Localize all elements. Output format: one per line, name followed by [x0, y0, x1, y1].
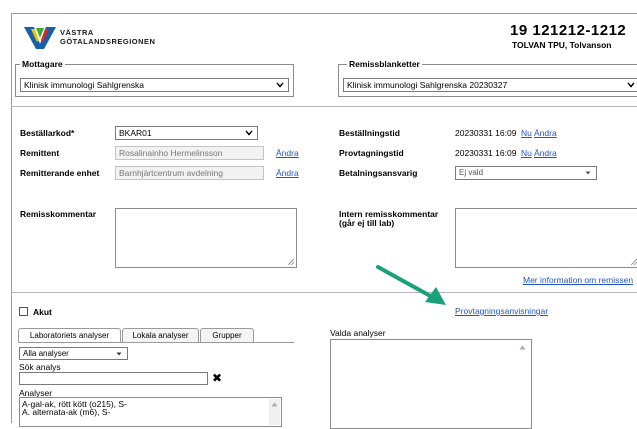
provtagningstid-change-link[interactable]: Ändra [534, 148, 557, 158]
intern-kommentar-sublabel: (går ej till lab) [339, 218, 395, 228]
arrow-annotation-icon [376, 265, 446, 305]
tab-grupper[interactable]: Grupper [200, 328, 254, 342]
chevron-down-icon [245, 130, 253, 136]
remisskommentar-textarea[interactable] [115, 208, 297, 268]
chevron-down-icon [585, 171, 591, 175]
remittent-label: Remittent [20, 148, 60, 158]
tab-laboratoriets-analyser[interactable]: Laboratoriets analyser [18, 328, 121, 343]
bestallarkod-label: Beställarkod* [20, 128, 75, 138]
remissblankett-select[interactable]: Klinisk immunologi Sahlgrenska 20230327 [343, 78, 637, 92]
analys-filter-select[interactable]: Alla analyser [19, 347, 128, 360]
sok-analys-label: Sök analys [19, 362, 61, 372]
analys-filter-value: Alla analyser [23, 349, 69, 358]
remitterande-enhet-label: Remitterande enhet [20, 168, 100, 178]
akut-label: Akut [33, 307, 52, 317]
chevron-down-icon [627, 82, 635, 88]
provtagningsanvisningar-link[interactable]: Provtagningsanvisningar [455, 306, 548, 316]
remittent-field: Rosalinainho Hermelinsson [115, 146, 264, 160]
bestallarkod-value: BKAR01 [119, 128, 152, 138]
betalningsansvarig-label: Betalningsansvarig [339, 168, 418, 178]
valda-analyser-listbox[interactable] [330, 339, 532, 429]
patient-name: TOLVAN TPU, Tolvanson [512, 40, 612, 50]
mer-information-link[interactable]: Mer information om remissen [523, 275, 633, 285]
provtagningstid-value: 20230331 16:09 [455, 148, 517, 158]
list-item[interactable]: A. alternata-ak (m6), S- [22, 407, 110, 417]
betalningsansvarig-select[interactable]: Ej vald [455, 166, 597, 180]
org-name-line1: VÄSTRA [60, 28, 94, 37]
vgr-logo-icon [24, 27, 56, 49]
resize-grip-icon [288, 259, 294, 265]
provtagningstid-now-link[interactable]: Nu [521, 148, 532, 158]
analyser-listbox[interactable]: A-gal-ak, rött kött (o215), S- A. altern… [19, 397, 282, 427]
clear-search-icon[interactable]: ✖ [212, 371, 222, 385]
remittent-change-link[interactable]: Ändra [276, 148, 299, 158]
akut-checkbox[interactable] [19, 307, 28, 316]
bestallningstid-label: Beställningstid [339, 128, 400, 138]
tab-lokala-analyser[interactable]: Lokala analyser [122, 328, 199, 342]
scroll-up-icon[interactable] [519, 345, 526, 350]
intern-kommentar-textarea[interactable] [455, 208, 637, 268]
sok-analys-input[interactable] [19, 372, 208, 385]
remisskommentar-label: Remisskommentar [20, 209, 97, 219]
mottagare-legend: Mottagare [20, 59, 65, 69]
bestallningstid-value: 20230331 16:09 [455, 128, 517, 138]
bestallarkod-select[interactable]: BKAR01 [115, 126, 258, 140]
patient-id: 19 121212-1212 [510, 22, 627, 39]
remitterande-enhet-change-link[interactable]: Ändra [276, 168, 299, 178]
chevron-down-icon [276, 82, 284, 88]
betalningsansvarig-value: Ej vald [459, 168, 484, 177]
mottagare-select-value: Klinisk immunologi Sahlgrenska [24, 80, 145, 90]
divider [11, 106, 637, 107]
remitterande-enhet-field: Barnhjärtcentrum avdelning [115, 166, 264, 180]
bestallningstid-now-link[interactable]: Nu [521, 128, 532, 138]
remissblankett-select-value: Klinisk immunologi Sahlgrenska 20230327 [347, 80, 508, 90]
provtagningstid-label: Provtagningstid [339, 148, 404, 158]
org-name-line2: GÖTALANDSREGIONEN [60, 37, 156, 46]
tab-underline [18, 342, 294, 343]
remissblanketter-legend: Remissblanketter [347, 59, 422, 69]
divider [11, 292, 637, 293]
bestallningstid-change-link[interactable]: Ändra [534, 128, 557, 138]
scroll-up-icon[interactable] [271, 402, 278, 407]
valda-analyser-label: Valda analyser [330, 328, 386, 338]
resize-grip-icon [631, 259, 637, 265]
chevron-down-icon [116, 352, 122, 356]
scrollbar[interactable] [269, 399, 280, 425]
mottagare-select[interactable]: Klinisk immunologi Sahlgrenska [20, 78, 289, 92]
